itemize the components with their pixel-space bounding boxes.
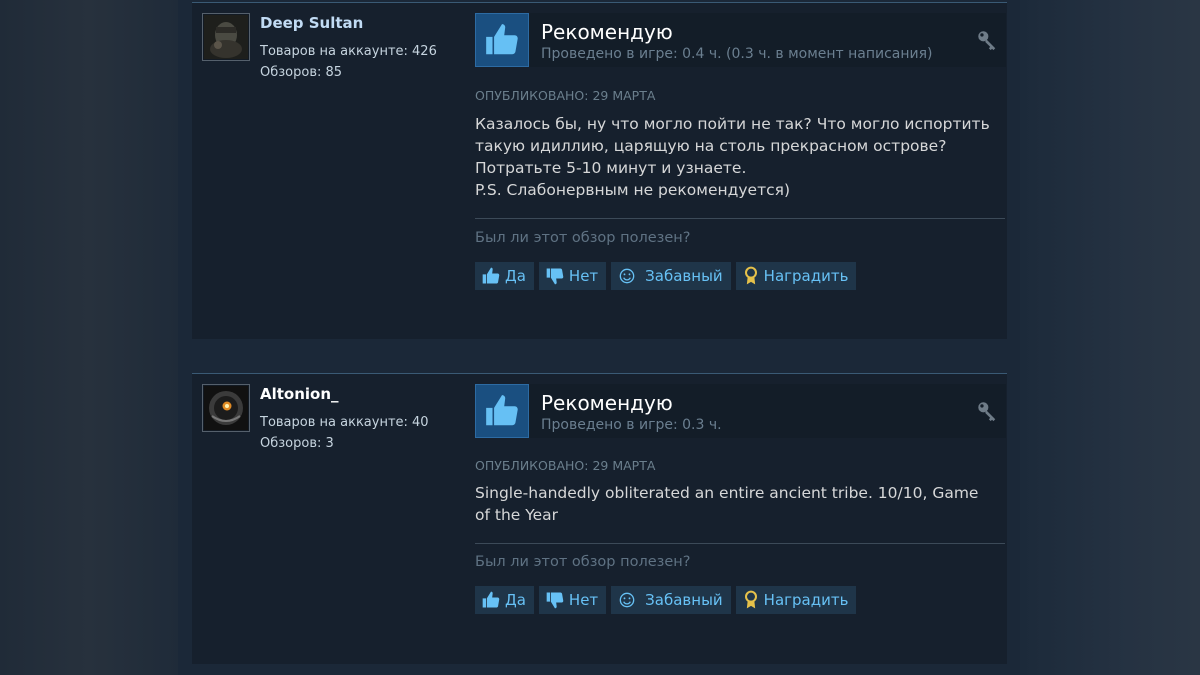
reviews-count[interactable]: Обзоров: 85: [260, 62, 437, 83]
author-stats: Товаров на аккаунте: 40 Обзоров: 3: [260, 412, 429, 454]
thumbs-up-icon: [486, 24, 518, 55]
vote-funny-label: Забавный: [645, 267, 723, 285]
smiley-icon: [619, 268, 635, 284]
vote-no-label: Нет: [568, 267, 599, 285]
award-label: Наградить: [763, 267, 849, 285]
recommend-thumb[interactable]: [475, 384, 529, 438]
vote-funny-button[interactable]: Забавный: [611, 262, 731, 290]
recommend-thumb[interactable]: [475, 13, 529, 67]
review-card: Deep Sultan Товаров на аккаунте: 426 Обз…: [192, 2, 1007, 339]
vote-funny-button[interactable]: Забавный: [611, 586, 731, 614]
divider: [475, 218, 1005, 219]
playtime: Проведено в игре: 0.3 ч.: [541, 417, 722, 433]
vote-yes-label: Да: [505, 591, 526, 609]
award-label: Наградить: [763, 591, 849, 609]
products-count[interactable]: Товаров на аккаунте: 426: [260, 41, 437, 62]
vote-yes-button[interactable]: Да: [475, 586, 534, 614]
author-name[interactable]: Deep Sultan: [260, 14, 363, 32]
review-text: Single-handedly obliterated an entire an…: [475, 484, 979, 524]
key-icon: [976, 29, 998, 55]
vote-funny-label: Забавный: [645, 591, 723, 609]
page-background-left: [0, 0, 178, 675]
helpful-question: Был ли этот обзор полезен?: [475, 554, 691, 570]
avatar[interactable]: [202, 13, 250, 61]
avatar[interactable]: [202, 384, 250, 432]
thumbs-down-icon: [546, 592, 564, 609]
vote-yes-button[interactable]: Да: [475, 262, 534, 290]
key-icon: [976, 400, 998, 426]
vote-title[interactable]: Рекомендую: [541, 20, 673, 44]
thumbs-down-icon: [546, 268, 564, 285]
vote-no-label: Нет: [568, 591, 599, 609]
vote-header: Рекомендую Проведено в игре: 0.4 ч. (0.3…: [475, 13, 1006, 67]
page-background-right: [1020, 0, 1200, 675]
award-button[interactable]: Наградить: [735, 586, 857, 614]
posted-date: ОПУБЛИКОВАНО: 29 МАРТА: [475, 88, 656, 103]
review-text: Казалось бы, ну что могло пойти не так? …: [475, 115, 990, 199]
vote-header: Рекомендую Проведено в игре: 0.3 ч.: [475, 384, 1006, 438]
award-ribbon-icon: [744, 266, 757, 285]
vote-yes-label: Да: [505, 267, 526, 285]
helpful-question: Был ли этот обзор полезен?: [475, 230, 691, 246]
thumbs-up-icon: [482, 591, 500, 608]
reviews-count[interactable]: Обзоров: 3: [260, 433, 429, 454]
thumbs-up-icon: [486, 395, 518, 426]
avatar-image: [204, 386, 248, 430]
vote-no-button[interactable]: Нет: [538, 262, 607, 290]
author-name[interactable]: Altonion_: [260, 385, 339, 403]
vote-title[interactable]: Рекомендую: [541, 391, 673, 415]
vote-buttons: Да Нет Забавный Наградить: [475, 262, 857, 290]
smiley-icon: [619, 592, 635, 608]
divider: [475, 543, 1005, 544]
award-ribbon-icon: [744, 590, 757, 609]
avatar-image: [204, 15, 248, 59]
thumbs-up-icon: [482, 267, 500, 284]
posted-date: ОПУБЛИКОВАНО: 29 МАРТА: [475, 458, 656, 473]
playtime: Проведено в игре: 0.4 ч. (0.3 ч. в момен…: [541, 46, 933, 62]
vote-buttons: Да Нет Забавный Наградить: [475, 586, 857, 614]
review-card: Altonion_ Товаров на аккаунте: 40 Обзоро…: [192, 373, 1007, 664]
award-button[interactable]: Наградить: [735, 262, 857, 290]
vote-no-button[interactable]: Нет: [538, 586, 607, 614]
products-count[interactable]: Товаров на аккаунте: 40: [260, 412, 429, 433]
author-stats: Товаров на аккаунте: 426 Обзоров: 85: [260, 41, 437, 83]
